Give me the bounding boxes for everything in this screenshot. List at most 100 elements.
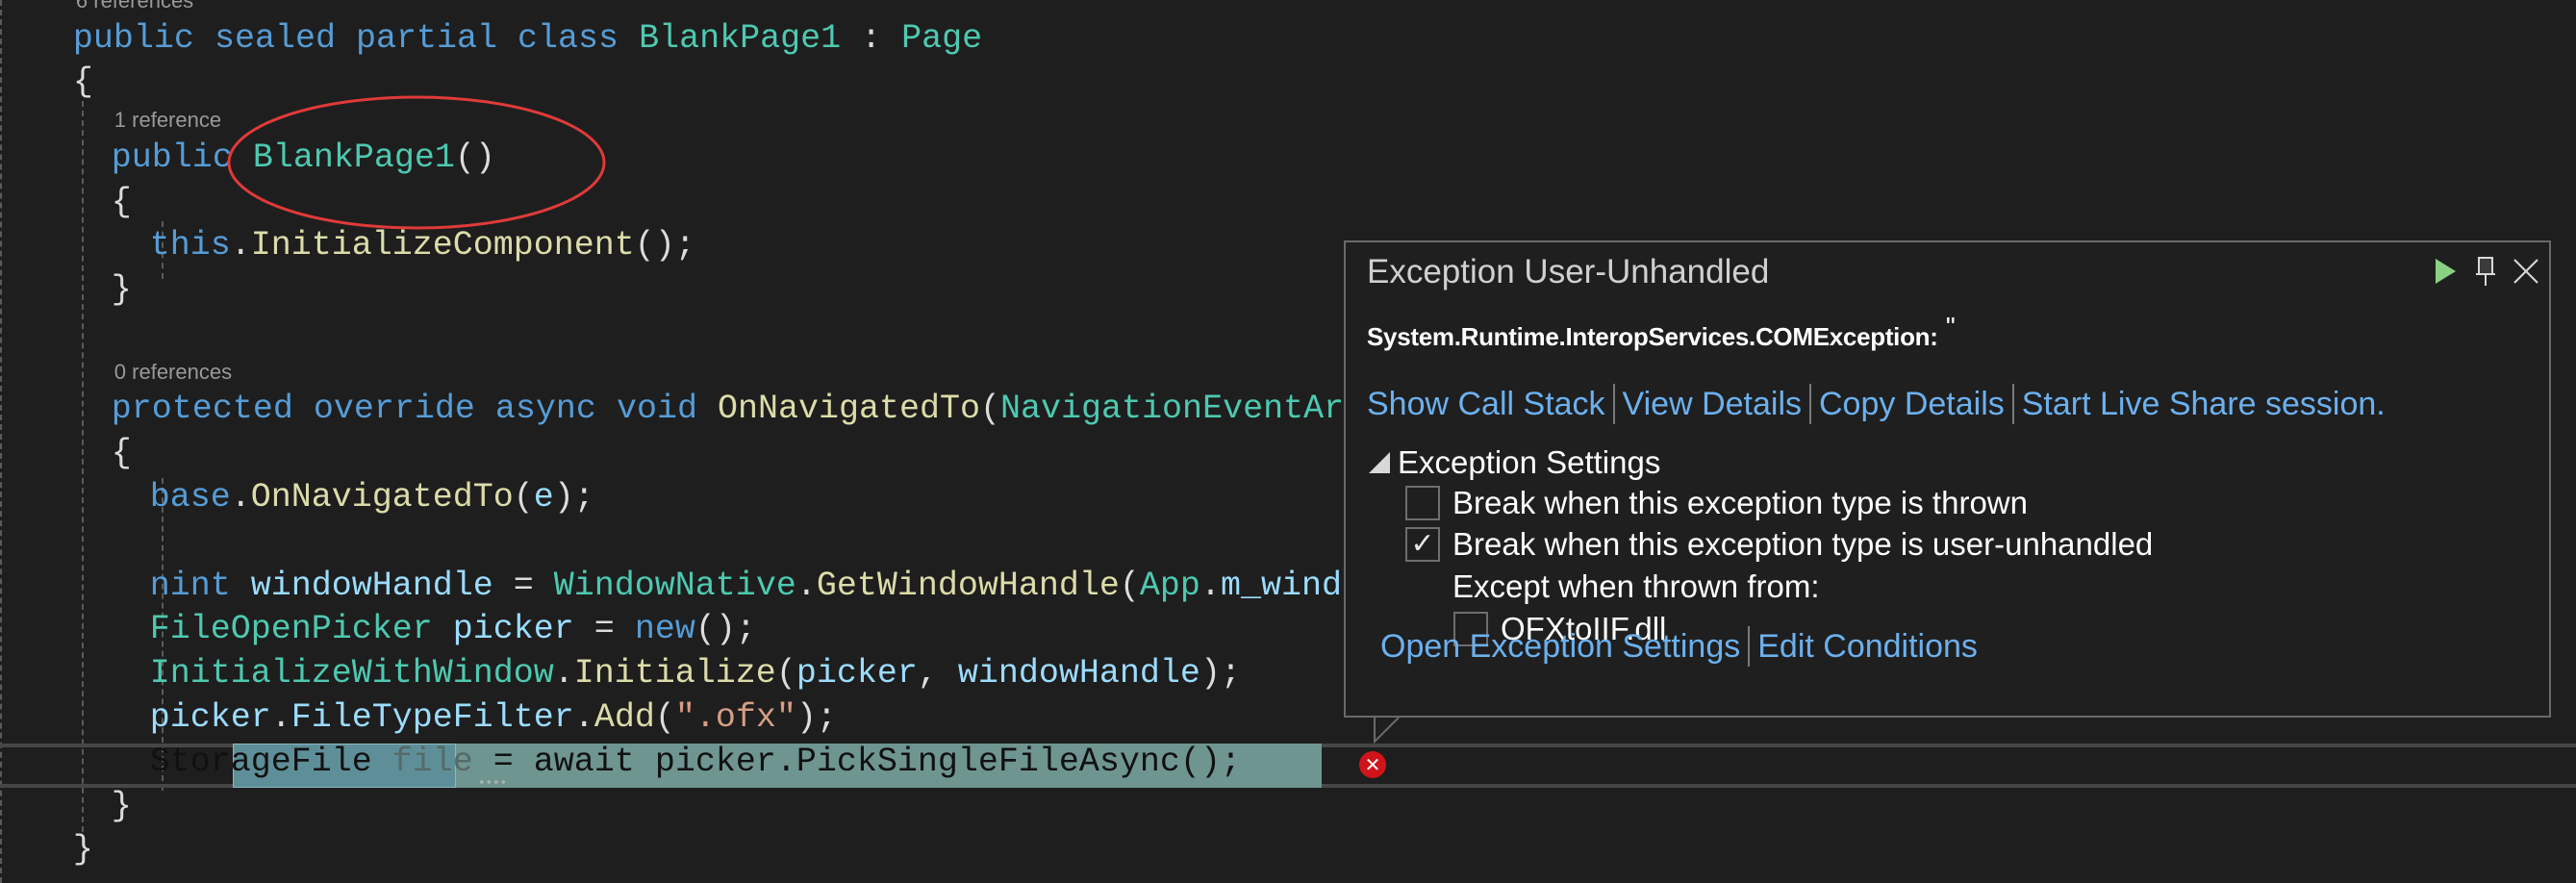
except-label: Except when thrown from: bbox=[1452, 568, 1820, 604]
unused-variable-hint bbox=[478, 780, 507, 784]
error-icon[interactable]: ✕ bbox=[1359, 751, 1386, 778]
play-icon bbox=[2436, 259, 2456, 284]
code-line: { bbox=[0, 432, 1445, 476]
close-icon bbox=[2513, 259, 2538, 284]
except-when-thrown-from-label: Except when thrown from: bbox=[1452, 567, 1820, 607]
code-token: Add bbox=[593, 697, 655, 737]
code-token: Page bbox=[901, 18, 983, 58]
code-token: . bbox=[230, 477, 251, 517]
code-token: ); bbox=[1200, 654, 1241, 694]
continue-button[interactable] bbox=[2432, 255, 2459, 288]
start-live-share-link[interactable]: Start Live Share session. bbox=[2022, 383, 2386, 425]
code-line: picker.FileTypeFilter.Add(".ofx"); bbox=[0, 696, 1445, 741]
code-lines[interactable]: 6 references public sealed partial class … bbox=[0, 0, 1445, 872]
code-token: App bbox=[1139, 566, 1200, 605]
code-token: Initialize bbox=[573, 654, 776, 694]
code-token: FileTypeFilter bbox=[290, 697, 574, 737]
code-token: picker bbox=[149, 697, 271, 737]
code-token: ); bbox=[796, 697, 837, 737]
popup-bottom-links: Open Exception Settings Edit Conditions bbox=[1380, 625, 1978, 668]
view-details-link[interactable]: View Details bbox=[1623, 383, 1802, 425]
option-label: Break when this exception type is thrown bbox=[1452, 485, 2028, 520]
exception-settings-toggle[interactable]: Exception Settings bbox=[1369, 442, 1660, 483]
code-line-current: StorageFile file = await picker.PickSing… bbox=[0, 741, 1445, 785]
code-token: picker bbox=[452, 610, 574, 649]
code-token: async bbox=[494, 390, 596, 429]
copy-details-link[interactable]: Copy Details bbox=[1819, 383, 2005, 425]
code-token: } bbox=[111, 270, 132, 310]
code-token: new bbox=[634, 610, 695, 649]
break-user-unhandled-checkbox[interactable]: ✓ bbox=[1405, 527, 1440, 562]
code-token: OnNavigatedTo bbox=[717, 390, 981, 429]
code-token: InitializeWithWindow bbox=[149, 654, 554, 694]
code-token: picker bbox=[654, 742, 776, 781]
codelens-text[interactable]: 6 references bbox=[76, 0, 193, 13]
option-break-user-unhandled[interactable]: ✓ Break when this exception type is user… bbox=[1405, 524, 2153, 565]
code-token: } bbox=[72, 830, 93, 870]
code-token: public bbox=[72, 18, 194, 58]
code-line: } bbox=[0, 828, 1445, 872]
code-token: StorageFile bbox=[149, 742, 372, 781]
code-token: ( bbox=[513, 477, 534, 517]
code-token: ( bbox=[654, 697, 675, 737]
code-token: InitializeComponent bbox=[250, 226, 635, 265]
edit-conditions-link[interactable]: Edit Conditions bbox=[1757, 625, 1978, 668]
codelens-references: 0 references bbox=[0, 357, 1445, 389]
code-line: this.InitializeComponent(); bbox=[0, 224, 1445, 268]
code-token: BlankPage1 bbox=[252, 138, 455, 177]
code-token: class bbox=[518, 18, 619, 58]
open-exception-settings-link[interactable]: Open Exception Settings bbox=[1380, 625, 1740, 668]
codelens-text[interactable]: 1 reference bbox=[114, 108, 221, 132]
show-call-stack-link[interactable]: Show Call Stack bbox=[1367, 383, 1605, 425]
code-token: FileOpenPicker bbox=[149, 610, 433, 649]
code-token: ".ofx" bbox=[674, 697, 796, 737]
codelens-references: 1 reference bbox=[0, 105, 1445, 137]
code-token: ( bbox=[775, 654, 796, 694]
code-token: { bbox=[111, 182, 132, 221]
code-token: OnNavigatedTo bbox=[250, 477, 514, 517]
option-break-thrown[interactable]: Break when this exception type is thrown bbox=[1405, 483, 2028, 523]
code-line: { bbox=[0, 181, 1445, 225]
code-token: protected bbox=[111, 390, 293, 429]
codelens-text[interactable]: 0 references bbox=[114, 360, 232, 384]
link-separator bbox=[2011, 384, 2014, 424]
close-button[interactable] bbox=[2513, 255, 2539, 288]
code-line: nint windowHandle = WindowNative.GetWind… bbox=[0, 565, 1445, 609]
code-line: { bbox=[0, 61, 1445, 105]
exception-type: System.Runtime.InteropServices.COMExcept… bbox=[1367, 312, 1956, 352]
code-token: ( bbox=[1119, 566, 1140, 605]
popup-links: Show Call Stack View Details Copy Detail… bbox=[1367, 383, 2386, 425]
code-line: } bbox=[0, 268, 1445, 313]
code-line: protected override async void OnNavigate… bbox=[0, 388, 1445, 432]
pin-icon bbox=[2476, 257, 2495, 286]
break-thrown-checkbox[interactable] bbox=[1405, 486, 1440, 520]
code-token: base bbox=[149, 477, 231, 517]
code-token: { bbox=[72, 63, 93, 102]
code-token: { bbox=[111, 434, 132, 473]
code-token: this bbox=[149, 226, 231, 265]
code-token: = bbox=[472, 742, 534, 781]
code-token: picker bbox=[796, 654, 918, 694]
code-token: PickSingleFileAsync bbox=[796, 742, 1180, 781]
exception-helper-popup: Exception User-Unhandled System.Runtime.… bbox=[1344, 240, 2551, 718]
code-token: , bbox=[917, 654, 958, 694]
code-token: . bbox=[573, 697, 594, 737]
code-token: ); bbox=[553, 477, 594, 517]
code-token: nint bbox=[149, 566, 231, 605]
code-line: public BlankPage1() bbox=[0, 137, 1445, 181]
code-token: windowHandle bbox=[250, 566, 493, 605]
link-separator bbox=[1748, 626, 1751, 667]
pin-button[interactable] bbox=[2472, 255, 2499, 288]
code-token: . bbox=[775, 742, 796, 781]
code-token: WindowNative bbox=[553, 566, 796, 605]
code-token: await bbox=[533, 742, 635, 781]
